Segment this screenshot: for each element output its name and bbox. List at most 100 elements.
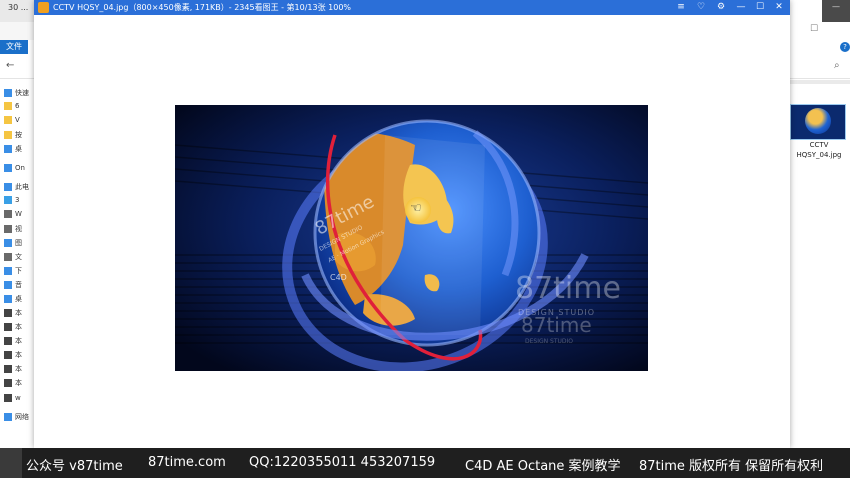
folder-icon: [4, 253, 12, 261]
help-icon[interactable]: ?: [840, 42, 850, 52]
folder-icon: [4, 295, 12, 303]
maximize-button[interactable]: ☐: [750, 0, 770, 15]
sidebar-item-label: 6: [15, 102, 20, 110]
caption-qq: QQ:1220355011 453207159: [249, 455, 436, 470]
folder-icon: [4, 239, 12, 247]
caption-wechat: 公众号 v87time: [26, 459, 123, 474]
sidebar-item-label: 本: [15, 365, 22, 373]
sidebar-item[interactable]: 音: [4, 280, 22, 290]
sidebar-item[interactable]: w: [4, 394, 21, 402]
skin-icon[interactable]: ♡: [691, 0, 711, 15]
image-viewer-window: CCTV HQSY_04.jpg（800×450像素, 171KB）- 2345…: [34, 0, 790, 448]
sidebar-item[interactable]: 视: [4, 224, 22, 234]
sidebar-item-label: 快速: [15, 89, 29, 97]
folder-icon: [4, 309, 12, 317]
sidebar-item[interactable]: 3: [4, 196, 19, 204]
sidebar-item[interactable]: 6: [4, 102, 19, 110]
displayed-image[interactable]: 87time DESIGN STUDIO AE · Motion Graphic…: [175, 105, 648, 371]
sidebar-item[interactable]: W: [4, 210, 22, 218]
explorer-window-controls[interactable]: ☐: [810, 24, 818, 34]
sidebar-item-label: V: [15, 116, 20, 124]
minimize-icon[interactable]: —: [832, 2, 840, 11]
sidebar-item[interactable]: 本: [4, 378, 22, 388]
sidebar-item[interactable]: 本: [4, 350, 22, 360]
sidebar-item[interactable]: 快速: [4, 88, 29, 98]
taskbar-corner: —: [822, 0, 850, 22]
sidebar-item-label: 网络: [15, 413, 29, 421]
sidebar-item-label: 桌: [15, 145, 22, 153]
hand-cursor-icon: ☜: [410, 201, 422, 216]
sidebar-item-label: 本: [15, 379, 22, 387]
sidebar-item-label: 下: [15, 267, 22, 275]
sidebar-item[interactable]: 本: [4, 364, 22, 374]
caption-site: 87time.com: [148, 455, 226, 470]
sidebar-item-label: w: [15, 394, 21, 402]
folder-icon: [4, 323, 12, 331]
folder-icon: [4, 365, 12, 373]
sidebar-item-label: On: [15, 164, 25, 172]
sidebar-item[interactable]: 本: [4, 322, 22, 332]
folder-icon: [4, 225, 12, 233]
sidebar-item[interactable]: 下: [4, 266, 22, 276]
search-icon[interactable]: ⌕: [834, 60, 840, 71]
folder-icon: [4, 337, 12, 345]
explorer-title: 30 ...: [8, 3, 29, 12]
watermark-tagline-small: DESIGN STUDIO: [525, 338, 574, 345]
sidebar-item-label: 本: [15, 309, 22, 317]
sidebar-item[interactable]: 图: [4, 238, 22, 248]
sidebar-item[interactable]: 文: [4, 252, 22, 262]
folder-icon: [4, 413, 12, 421]
viewer-titlebar[interactable]: CCTV HQSY_04.jpg（800×450像素, 171KB）- 2345…: [34, 0, 790, 15]
sidebar-item[interactable]: 按: [4, 130, 22, 140]
explorer-content-pane: ⌕ CCTV HQSY_04.jpg: [790, 0, 850, 478]
sidebar-item-label: 此电: [15, 183, 29, 191]
sidebar-item[interactable]: 网络: [4, 412, 29, 422]
sidebar-item-label: W: [15, 210, 22, 218]
sidebar-item-label: 文: [15, 253, 22, 261]
thumbnail-globe-image: [805, 108, 831, 134]
folder-icon: [4, 379, 12, 387]
minimize-button[interactable]: —: [731, 0, 751, 15]
sidebar-item[interactable]: On: [4, 164, 25, 172]
folder-icon: [4, 210, 12, 218]
file-thumbnail[interactable]: [790, 104, 846, 140]
folder-icon: [4, 267, 12, 275]
sidebar-item-label: 桌: [15, 295, 22, 303]
sidebar-item[interactable]: 桌: [4, 294, 22, 304]
back-arrow-icon[interactable]: ←: [6, 60, 14, 71]
caption-bar: 公众号 v87time 87time.com QQ:1220355011 453…: [0, 448, 850, 478]
folder-icon: [4, 196, 12, 204]
close-button[interactable]: ✕: [769, 0, 789, 15]
sidebar-item[interactable]: 桌: [4, 144, 22, 154]
settings-icon[interactable]: ⚙: [711, 0, 731, 15]
folder-icon: [4, 183, 12, 191]
folder-icon: [4, 89, 12, 97]
sidebar-item-label: 视: [15, 225, 22, 233]
folder-icon: [4, 281, 12, 289]
menu-icon[interactable]: ≡: [671, 0, 691, 15]
folder-icon: [4, 351, 12, 359]
sidebar-item[interactable]: 此电: [4, 182, 29, 192]
folder-icon: [4, 164, 12, 172]
caption-left-edge: [0, 448, 22, 478]
file-tab[interactable]: 文件: [0, 40, 28, 54]
folder-icon: [4, 131, 12, 139]
sidebar-item[interactable]: 本: [4, 336, 22, 346]
caption-course: C4D AE Octane 案例教学: [465, 459, 621, 474]
explorer-sidebar: 快速 6 V 按桌 On 此电 3 W 视图文下音桌本本本本本本 w 网络: [0, 82, 34, 442]
sidebar-item[interactable]: V: [4, 116, 20, 124]
globe-text-c4d: C4D: [330, 273, 347, 282]
folder-icon: [4, 394, 12, 402]
app-logo-icon: [38, 2, 49, 13]
column-header: [790, 80, 850, 84]
sidebar-item-label: 3: [15, 196, 20, 204]
file-name-label[interactable]: CCTV HQSY_04.jpg: [790, 140, 848, 160]
viewer-title: CCTV HQSY_04.jpg（800×450像素, 171KB）- 2345…: [53, 3, 352, 12]
folder-icon: [4, 116, 12, 124]
folder-icon: [4, 145, 12, 153]
sidebar-item-label: 图: [15, 239, 22, 247]
search-box[interactable]: ⌕: [790, 56, 850, 79]
sidebar-item[interactable]: 本: [4, 308, 22, 318]
folder-icon: [4, 102, 12, 110]
sidebar-item-label: 本: [15, 323, 22, 331]
